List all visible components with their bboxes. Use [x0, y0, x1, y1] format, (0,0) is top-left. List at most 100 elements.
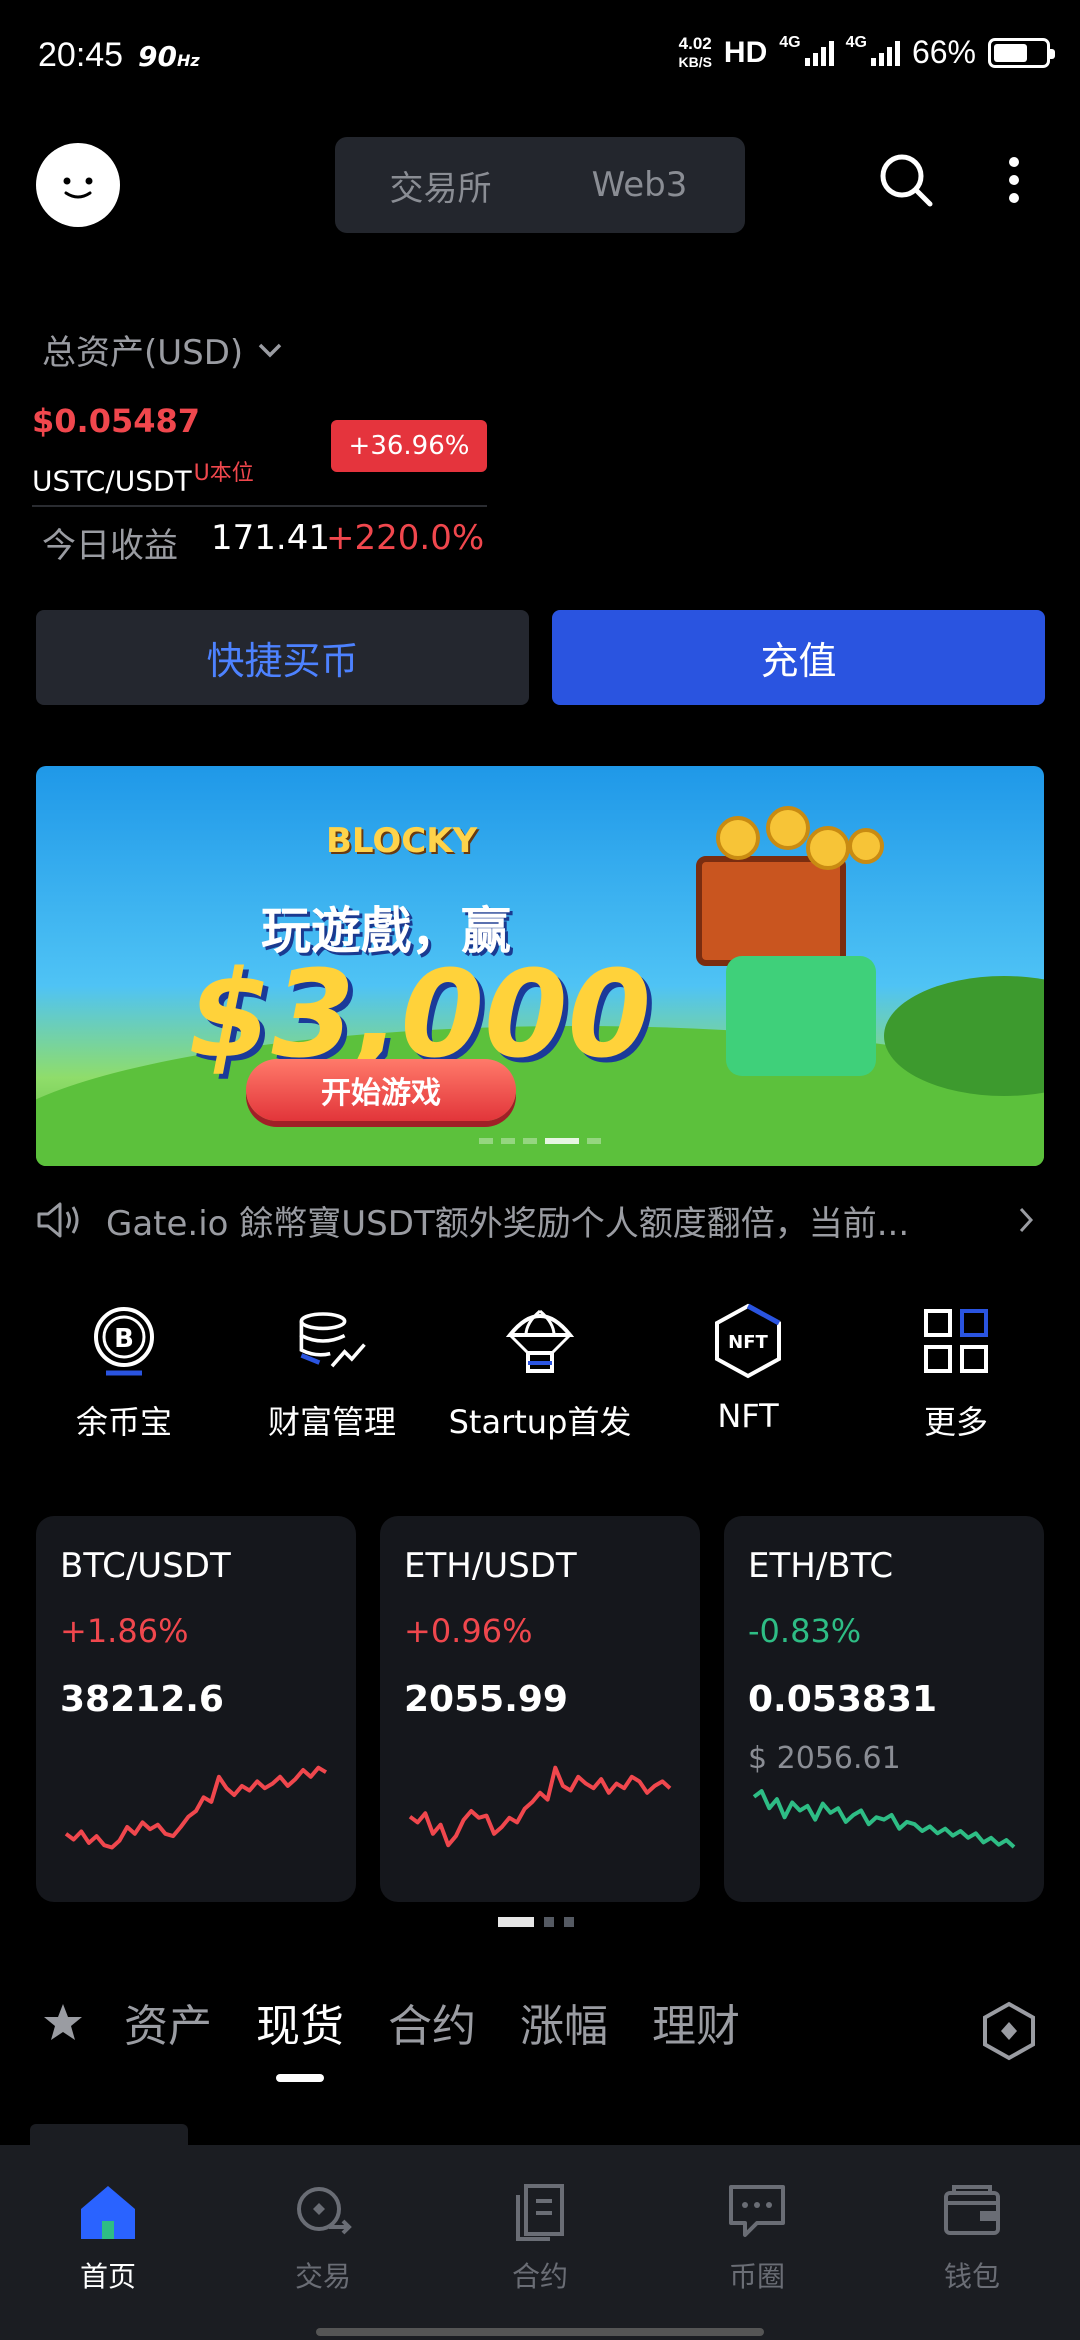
vertical-dots-icon	[1009, 157, 1019, 203]
chevron-right-icon	[1019, 1207, 1034, 1233]
market-card-eth-usdt[interactable]: ETH/USDT +0.96% 2055.99	[380, 1516, 700, 1902]
hd-indicator: HD	[723, 35, 768, 69]
quick-buy-button[interactable]: 快捷买币	[36, 610, 529, 705]
banner-dot	[479, 1138, 493, 1144]
svg-text:B: B	[114, 1324, 134, 1354]
cube-character-illustration	[726, 956, 876, 1076]
wealth-stack-icon	[296, 1305, 368, 1377]
battery-percent: 66%	[911, 34, 976, 70]
shortcut-wealth[interactable]: 财富管理	[228, 1305, 436, 1443]
search-button[interactable]	[876, 150, 936, 214]
sparkline-path	[64, 1765, 328, 1850]
total-assets-label: 总资产(USD)	[42, 333, 244, 373]
network-type-1: 4G	[779, 34, 801, 51]
sparkline-chart	[752, 1789, 1016, 1849]
network-type-2: 4G	[845, 34, 867, 51]
ticker-pair[interactable]: USTC/USDTU本位	[32, 455, 254, 497]
market-change: -0.83%	[748, 1612, 862, 1650]
settings-hexagon-icon[interactable]	[978, 2000, 1040, 2062]
banner-dot	[545, 1138, 579, 1144]
signal-icon-2	[870, 40, 900, 66]
signal-icon	[804, 40, 834, 66]
market-price: 0.053831	[748, 1679, 938, 1720]
total-assets-selector[interactable]: 总资产(USD)	[42, 325, 283, 374]
nft-hexagon-icon: NFT	[712, 1303, 784, 1379]
shortcut-yubibao[interactable]: B 余币宝	[20, 1305, 228, 1443]
contract-icon	[516, 2184, 564, 2241]
market-change: +1.86%	[60, 1612, 189, 1650]
coin-bitcoin-icon: B	[88, 1305, 160, 1377]
refresh-rate: 90Hz	[138, 40, 200, 73]
pager-dot	[498, 1917, 534, 1927]
star-icon[interactable]	[42, 2001, 84, 2043]
announcement-bar[interactable]: Gate.io 餘幣寶USDT额外奖励个人额度翻倍，当前...	[36, 1192, 1044, 1248]
home-icon	[81, 2186, 135, 2239]
market-cards-pagination	[498, 1917, 574, 1927]
game-logo: BLOCKY	[326, 821, 478, 861]
coin-illustration	[806, 826, 850, 870]
sparkline-path	[752, 1789, 1016, 1849]
nav-trade[interactable]: 交易	[258, 2183, 388, 2295]
svg-text:NFT: NFT	[728, 1332, 768, 1353]
nav-contract[interactable]: 合约	[475, 2183, 605, 2295]
market-price: 2055.99	[404, 1679, 568, 1720]
today-earnings-percent: +220.0%	[326, 518, 485, 558]
market-change: +0.96%	[404, 1612, 533, 1650]
market-tabs: 资产 现货 合约 涨幅 理财	[42, 1990, 784, 2082]
tab-web3[interactable]: Web3	[540, 143, 739, 227]
speaker-icon	[37, 1202, 79, 1238]
community-icon	[729, 2185, 785, 2237]
promo-banner[interactable]: BLOCKY 玩遊戲，赢 $3,000 开始游戏	[36, 766, 1044, 1166]
market-card-btc-usdt[interactable]: BTC/USDT +1.86% 38212.6	[36, 1516, 356, 1902]
market-pair: ETH/USDT	[404, 1546, 577, 1586]
divider	[32, 505, 487, 507]
bottom-navigation: 首页 交易 合约 币圈 钱包	[0, 2145, 1080, 2340]
nav-home[interactable]: 首页	[43, 2183, 173, 2295]
market-pair: ETH/BTC	[748, 1546, 894, 1586]
tab-contracts[interactable]: 合约	[388, 1990, 476, 2054]
announcement-text: Gate.io 餘幣寶USDT额外奖励个人额度翻倍，当前...	[106, 1203, 910, 1244]
today-earnings-value: 171.41	[211, 518, 330, 558]
shortcut-startup[interactable]: Startup首发	[436, 1305, 644, 1443]
shortcut-nft[interactable]: NFT NFT	[644, 1303, 852, 1443]
smiley-face-icon	[63, 177, 93, 199]
network-speed: 4.02 KB/S	[678, 33, 712, 70]
start-game-button[interactable]: 开始游戏	[246, 1059, 516, 1121]
sparkline-path	[408, 1765, 672, 1848]
sparkline-chart	[408, 1765, 672, 1848]
banner-dot	[587, 1138, 601, 1144]
nav-wallet[interactable]: 钱包	[907, 2183, 1037, 2295]
market-pair: BTC/USDT	[60, 1546, 231, 1586]
tab-finance[interactable]: 理财	[652, 1990, 740, 2054]
parachute-icon	[504, 1305, 576, 1377]
tab-gainers[interactable]: 涨幅	[520, 1990, 608, 2054]
avatar[interactable]	[36, 143, 120, 227]
deposit-button[interactable]: 充值	[552, 610, 1045, 705]
treasure-chest-illustration	[696, 856, 846, 966]
market-price: 38212.6	[60, 1679, 224, 1720]
grid-more-icon	[920, 1305, 992, 1377]
tab-spot[interactable]: 现货	[256, 1990, 344, 2082]
pager-dot	[564, 1917, 574, 1927]
banner-dot	[523, 1138, 537, 1144]
trade-icon	[297, 2187, 352, 2235]
tab-exchange[interactable]: 交易所	[341, 143, 540, 227]
ticker-price[interactable]: $0.05487	[32, 402, 200, 440]
wallet-icon	[944, 2185, 1000, 2235]
status-bar: 20:45 90Hz 4.02 KB/S HD 4G 4G 66%	[0, 0, 1080, 110]
shortcut-row: B 余币宝 财富管理 Startup首发 NFT NFT 更多	[20, 1303, 1060, 1443]
market-card-eth-btc[interactable]: ETH/BTC -0.83% 0.053831 $ 2056.61	[724, 1516, 1044, 1902]
tab-assets[interactable]: 资产	[124, 1990, 212, 2054]
today-earnings-label: 今日收益	[42, 526, 178, 566]
coin-illustration	[766, 806, 810, 850]
status-icons: 4.02 KB/S HD 4G 4G 66%	[678, 33, 1055, 71]
ticker-change-badge[interactable]: +36.96%	[331, 420, 487, 472]
coin-illustration	[716, 816, 760, 860]
nav-community[interactable]: 币圈	[692, 2183, 822, 2295]
battery-icon	[988, 37, 1055, 68]
coin-illustration	[848, 828, 884, 864]
exchange-web3-switcher[interactable]: 交易所 Web3	[335, 137, 745, 233]
banner-dot	[501, 1138, 515, 1144]
shortcut-more[interactable]: 更多	[852, 1305, 1060, 1443]
more-menu-button[interactable]	[1002, 150, 1026, 214]
